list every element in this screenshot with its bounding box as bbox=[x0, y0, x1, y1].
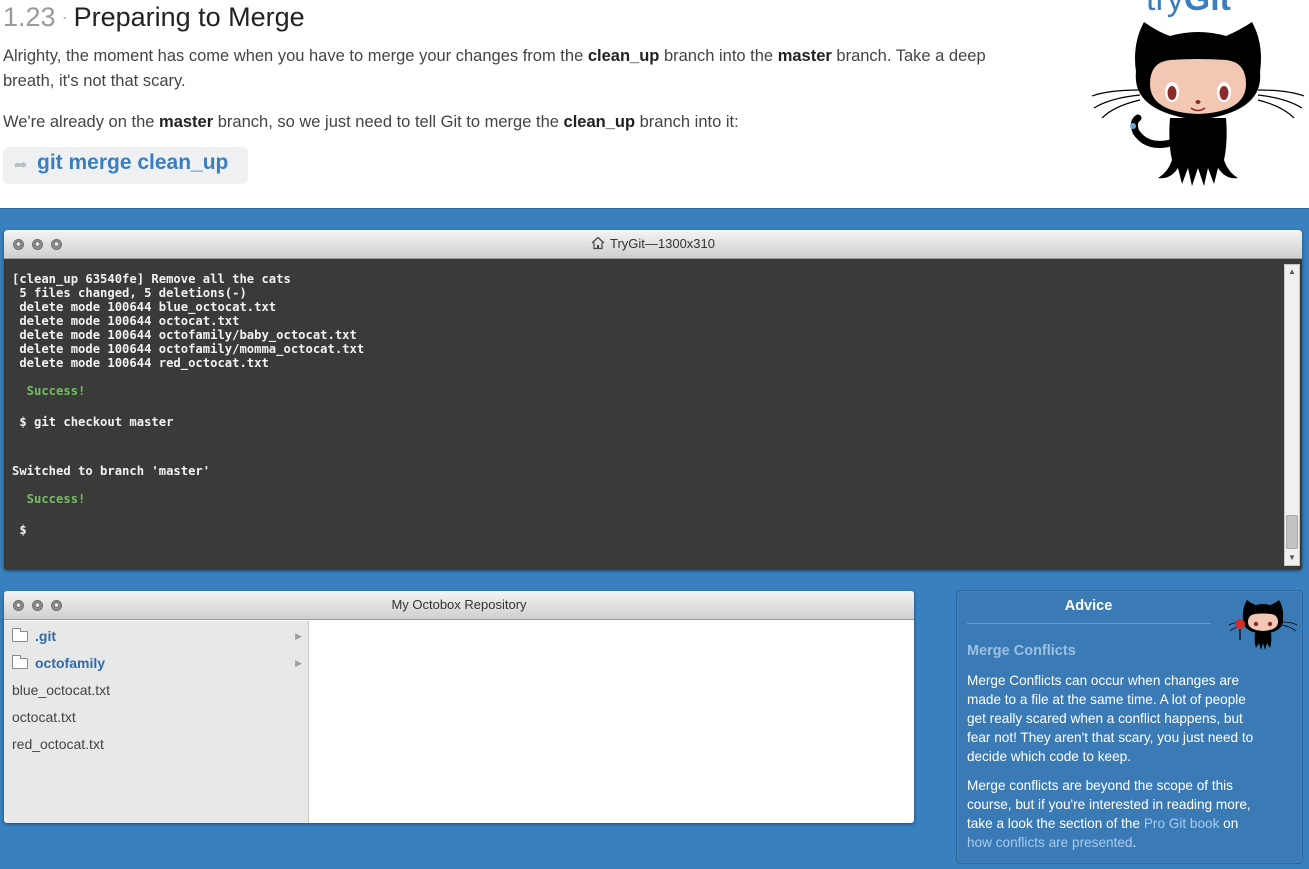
lesson-paragraph-2: We're already on the master branch, so w… bbox=[3, 110, 988, 135]
text-run: We're already on the bbox=[3, 113, 160, 131]
file-item[interactable]: blue_octocat.txt bbox=[12, 679, 302, 701]
file-item[interactable]: red_octocat.txt bbox=[12, 733, 302, 755]
advice-subtitle: Merge Conflicts bbox=[967, 643, 1076, 659]
text-run: branch into the bbox=[659, 47, 778, 65]
terminal-line: delete mode 100644 octofamily/baby_octoc… bbox=[12, 328, 357, 342]
repository-titlebar: My Octobox Repository bbox=[4, 591, 914, 620]
branch-name: clean_up bbox=[587, 47, 660, 65]
lesson-separator: · bbox=[61, 7, 68, 27]
lesson-title: Preparing to Merge bbox=[73, 2, 305, 32]
divider bbox=[967, 623, 1211, 624]
text-run: branch, so we just need to tell Git to m… bbox=[213, 113, 564, 131]
file-list: .git ▶ octofamily ▶ blue_octocat.txt oct… bbox=[4, 621, 309, 823]
scroll-down-arrow-icon[interactable]: ▼ bbox=[1285, 551, 1299, 565]
advice-paragraph-1: Merge Conflicts can occur when changes a… bbox=[967, 673, 1254, 764]
folder-item-octofamily[interactable]: octofamily ▶ bbox=[12, 652, 302, 674]
terminal-line: [clean_up 63540fe] Remove all the cats bbox=[12, 272, 291, 286]
folder-icon bbox=[12, 655, 28, 669]
terminal-title-text: TryGit—1300x310 bbox=[609, 236, 715, 251]
home-icon bbox=[591, 236, 605, 250]
advice-paragraph-2: Merge conflicts are beyond the scope of … bbox=[967, 776, 1267, 852]
text-run: . bbox=[1132, 835, 1137, 850]
text-run: Alrighty, the moment has come when you h… bbox=[3, 47, 588, 65]
lesson-panel: 1.23 · Preparing to Merge Alrighty, the mo… bbox=[0, 0, 1309, 208]
terminal-titlebar: TryGit—1300x310 bbox=[4, 230, 1302, 259]
terminal-line: delete mode 100644 blue_octocat.txt bbox=[12, 300, 277, 314]
conflicts-presented-link[interactable]: how conflicts are presented bbox=[967, 835, 1132, 850]
scrollbar-thumb[interactable] bbox=[1286, 515, 1298, 549]
repository-window: My Octobox Repository .git ▶ octofamily … bbox=[4, 591, 914, 823]
lesson-paragraph-1: Alrighty, the moment has come when you h… bbox=[3, 44, 988, 94]
advice-panel: Advice Merge Conflicts Merge Conflicts c… bbox=[956, 590, 1303, 864]
pro-git-book-link[interactable]: Pro Git book bbox=[1144, 816, 1220, 831]
terminal-prompt[interactable]: $ bbox=[12, 523, 26, 537]
terminal-command: $ git checkout master bbox=[12, 415, 174, 429]
terminal-line: delete mode 100644 octocat.txt bbox=[12, 314, 240, 328]
terminal-line: delete mode 100644 octofamily/momma_octo… bbox=[12, 342, 365, 356]
octocat-logo bbox=[1091, 22, 1305, 186]
text-run: branch into it: bbox=[635, 113, 739, 131]
repository-title: My Octobox Repository bbox=[391, 597, 527, 612]
scroll-up-arrow-icon[interactable]: ▲ bbox=[1285, 265, 1299, 279]
terminal-line: Switched to branch 'master' bbox=[12, 464, 211, 478]
text-run: on bbox=[1219, 816, 1239, 831]
advice-title: Advice bbox=[1064, 598, 1113, 614]
branch-name: master bbox=[777, 47, 832, 65]
lesson-heading: 1.23 · Preparing to Merge bbox=[3, 1, 305, 33]
terminal-window: TryGit—1300x310 [clean_up 63540fe] Remov… bbox=[4, 230, 1302, 570]
terminal-scrollbar[interactable]: ▲ ▼ bbox=[1284, 264, 1300, 566]
branch-name: master bbox=[159, 113, 214, 131]
folder-item-git[interactable]: .git ▶ bbox=[12, 625, 302, 647]
workspace: TryGit—1300x310 [clean_up 63540fe] Remov… bbox=[0, 208, 1309, 869]
file-item[interactable]: octocat.txt bbox=[12, 706, 302, 728]
terminal-line: 5 files changed, 5 deletions(-) bbox=[12, 286, 247, 300]
terminal-title: TryGit—1300x310 bbox=[4, 236, 1302, 251]
run-command-button[interactable]: ➦ git merge clean_up bbox=[3, 147, 248, 184]
success-message: Success! bbox=[12, 492, 86, 506]
success-message: Success! bbox=[12, 384, 86, 398]
expand-triangle-icon: ▶ bbox=[295, 658, 302, 668]
branch-name: clean_up bbox=[563, 113, 636, 131]
trygit-logo: tryGit bbox=[1088, 0, 1309, 188]
share-arrow-icon: ➦ bbox=[14, 157, 28, 174]
folder-name: .git bbox=[35, 628, 56, 644]
terminal-output[interactable]: [clean_up 63540fe] Remove all the cats 5… bbox=[4, 260, 1282, 570]
command-text: git merge clean_up bbox=[37, 151, 229, 174]
lesson-number: 1.23 bbox=[3, 2, 56, 32]
octocat-mascot-icon bbox=[1228, 600, 1298, 650]
terminal-line: delete mode 100644 red_octocat.txt bbox=[12, 356, 269, 370]
folder-name: octofamily bbox=[35, 655, 106, 671]
folder-icon bbox=[12, 628, 28, 642]
expand-triangle-icon: ▶ bbox=[295, 631, 302, 641]
